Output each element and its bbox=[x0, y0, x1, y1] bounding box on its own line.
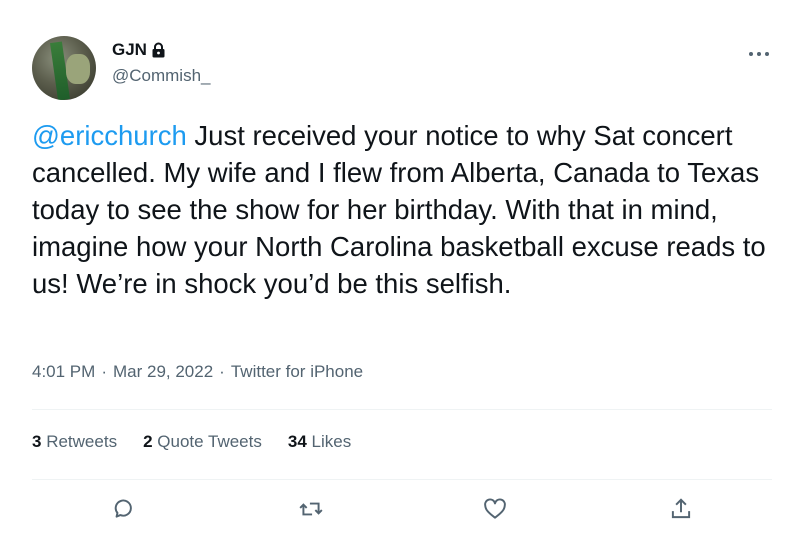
divider bbox=[32, 479, 772, 480]
heart-icon bbox=[484, 498, 506, 519]
lock-icon bbox=[151, 42, 166, 58]
divider bbox=[32, 409, 772, 410]
retweet-icon bbox=[299, 502, 323, 516]
tweet-source[interactable]: Twitter for iPhone bbox=[231, 362, 363, 382]
reply-icon bbox=[114, 499, 132, 518]
share-button[interactable] bbox=[666, 494, 696, 524]
likes-stat[interactable]: 34 Likes bbox=[288, 432, 351, 452]
likes-label: Likes bbox=[311, 432, 352, 451]
meta-separator: · bbox=[101, 362, 107, 381]
author-name[interactable]: GJN bbox=[112, 40, 147, 60]
avatar-detail bbox=[66, 54, 90, 84]
tweet-text: @ericchurch Just received your notice to… bbox=[32, 117, 772, 302]
avatar[interactable] bbox=[32, 36, 96, 100]
tweet-date[interactable]: Mar 29, 2022 bbox=[113, 362, 213, 382]
likes-count: 34 bbox=[287, 432, 307, 451]
more-icon[interactable] bbox=[748, 46, 770, 56]
action-bar bbox=[0, 494, 792, 528]
meta-separator: · bbox=[219, 362, 225, 381]
reply-button[interactable] bbox=[107, 494, 137, 524]
quote-tweets-count: 2 bbox=[143, 432, 153, 451]
retweets-label: Retweets bbox=[46, 432, 118, 451]
author-name-row: GJN bbox=[112, 40, 166, 60]
share-icon bbox=[671, 498, 691, 519]
tweet-card: GJN @Commish_ @ericchurch Just received … bbox=[0, 0, 792, 544]
like-button[interactable] bbox=[480, 494, 510, 524]
tweet-meta: 4:01 PM · Mar 29, 2022 · Twitter for iPh… bbox=[32, 362, 363, 382]
quote-tweets-stat[interactable]: 2 Quote Tweets bbox=[143, 432, 262, 452]
retweets-count: 3 bbox=[32, 432, 42, 451]
quote-tweets-label: Quote Tweets bbox=[157, 432, 262, 451]
retweets-stat[interactable]: 3 Retweets bbox=[32, 432, 117, 452]
retweet-button[interactable] bbox=[296, 494, 326, 524]
tweet-time[interactable]: 4:01 PM bbox=[32, 362, 95, 382]
author-handle[interactable]: @Commish_ bbox=[112, 66, 211, 86]
engagement-stats: 3 Retweets 2 Quote Tweets 34 Likes bbox=[32, 432, 351, 452]
mention-link[interactable]: @ericchurch bbox=[32, 120, 187, 151]
